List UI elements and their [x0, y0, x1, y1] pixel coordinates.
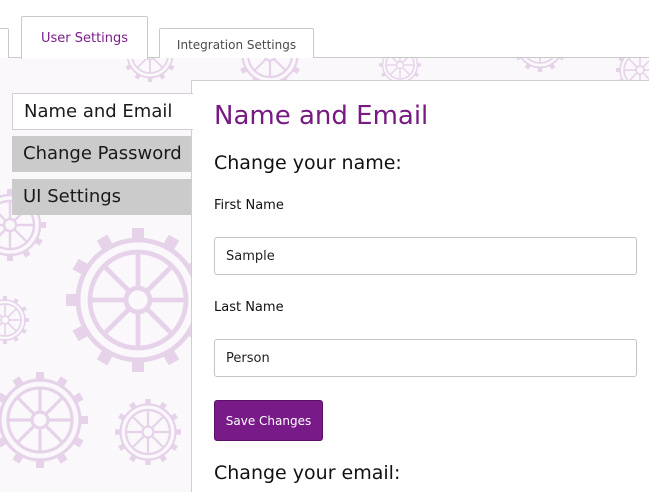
- tab-integration-settings[interactable]: Integration Settings: [159, 28, 314, 58]
- page-title: Name and Email: [214, 101, 429, 131]
- change-name-heading: Change your name:: [214, 152, 402, 174]
- tab-bar: User Settings Integration Settings: [0, 0, 649, 59]
- last-name-field[interactable]: [214, 339, 637, 377]
- first-name-label: First Name: [214, 198, 284, 213]
- sidebar-item-label: Change Password: [23, 143, 182, 164]
- settings-page: User Settings Integration Settings Name …: [0, 0, 649, 492]
- sidebar-item-name-and-email[interactable]: Name and Email: [12, 93, 193, 130]
- tab-previous[interactable]: [0, 28, 9, 58]
- sidebar-item-change-password[interactable]: Change Password: [12, 136, 192, 172]
- sidebar-item-label: UI Settings: [23, 186, 122, 207]
- change-email-heading: Change your email:: [214, 462, 401, 484]
- tab-user-settings[interactable]: User Settings: [21, 16, 148, 59]
- tab-user-settings-label: User Settings: [40, 31, 129, 46]
- sidebar-item-ui-settings[interactable]: UI Settings: [12, 179, 192, 215]
- tab-integration-settings-label: Integration Settings: [176, 38, 297, 52]
- settings-panel: Name and Email Change your name: First N…: [191, 80, 649, 492]
- save-changes-button[interactable]: Save Changes: [214, 400, 323, 441]
- first-name-field[interactable]: [214, 237, 637, 275]
- sidebar-item-label: Name and Email: [24, 101, 173, 122]
- last-name-label: Last Name: [214, 300, 284, 315]
